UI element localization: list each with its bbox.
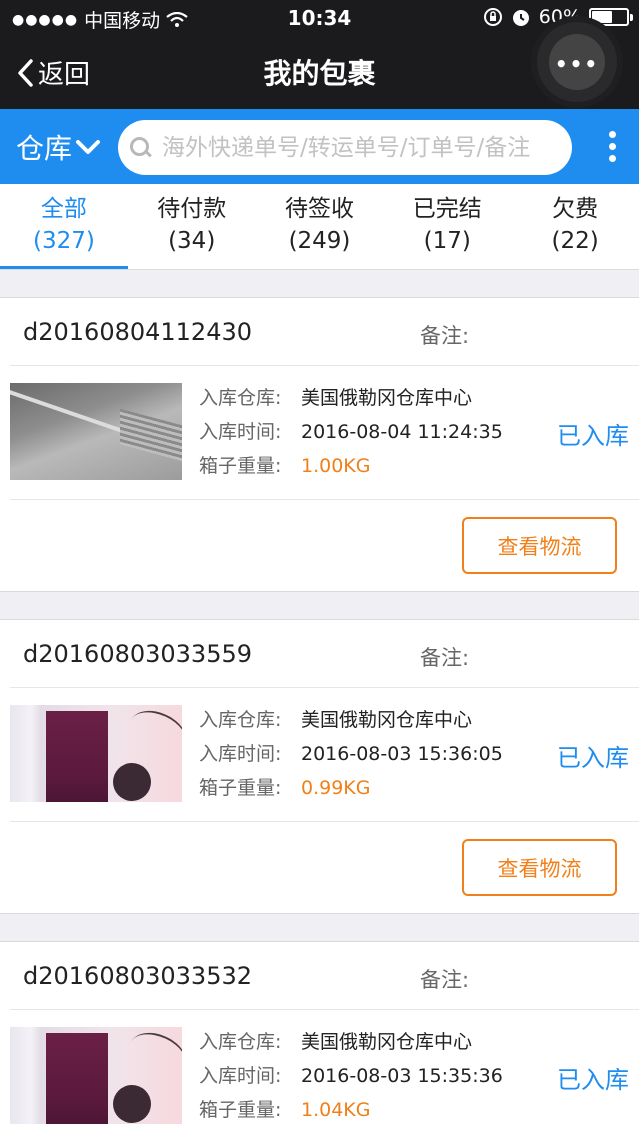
status-right: 60% — [483, 6, 633, 28]
nav-bar: 返回 我的包裹 ••• — [0, 22, 639, 109]
package-card[interactable]: d20160803033532 备注: 入库仓库: 美国俄勒冈仓库中心 入库时间:… — [0, 941, 639, 1136]
battery-icon — [589, 8, 633, 26]
status-badge: 已入库 — [557, 744, 629, 772]
package-photo[interactable] — [10, 705, 182, 802]
top-bar: ●●●●● 中国移动 10:34 60% 返回 我的包裹 ••• — [0, 0, 639, 109]
package-photo[interactable] — [10, 383, 182, 480]
search-box[interactable] — [118, 120, 572, 175]
remark-label: 备注: — [420, 324, 470, 348]
alarm-icon — [512, 10, 529, 26]
search-bar: 仓库 — [0, 109, 639, 184]
package-info: 入库仓库: 美国俄勒冈仓库中心 入库时间: 2016-08-04 11:24:35 … — [199, 381, 503, 483]
remark-label: 备注: — [420, 646, 470, 670]
remark-label: 备注: — [420, 968, 470, 992]
card-header: d20160803033532 备注: — [10, 942, 639, 1010]
rotation-lock-icon — [483, 8, 502, 26]
tab-label: 待签收 — [284, 196, 354, 222]
battery-level — [592, 11, 613, 23]
tab-completed[interactable]: 已完结 (17) — [383, 184, 511, 269]
card-header: d20160804112430 备注: — [10, 298, 639, 366]
package-card[interactable]: d20160804112430 备注: 入库仓库: 美国俄勒冈仓库中心 入库时间:… — [0, 297, 639, 592]
card-body: 入库仓库: 美国俄勒冈仓库中心 入库时间: 2016-08-03 15:36:05 … — [10, 688, 639, 822]
status-tabs: 全部 (327) 待付款 (34) 待签收 (249) 已完结 (17) 欠费 … — [0, 184, 639, 270]
tab-label: 待付款 — [157, 196, 227, 222]
tab-count: (17) — [423, 228, 471, 254]
tab-pending-receipt[interactable]: 待签收 (249) — [256, 184, 384, 269]
status-badge: 已入库 — [557, 1066, 629, 1094]
time-key: 入库时间: — [199, 1065, 282, 1087]
package-list: d20160804112430 备注: 入库仓库: 美国俄勒冈仓库中心 入库时间:… — [0, 297, 639, 1136]
weight-key: 箱子重量: — [199, 455, 282, 477]
warehouse-dropdown[interactable]: 仓库 — [16, 127, 101, 167]
tab-count: (249) — [288, 228, 351, 254]
time-value: 2016-08-03 15:35:36 — [301, 1065, 503, 1087]
card-footer: 查看物流 — [0, 500, 639, 591]
weight-value: 1.00KG — [301, 455, 371, 477]
time-value: 2016-08-03 15:36:05 — [301, 743, 503, 765]
tab-count: (34) — [168, 228, 216, 254]
tab-all[interactable]: 全部 (327) — [0, 184, 128, 269]
search-icon — [130, 136, 152, 159]
tab-label: 全部 — [40, 196, 87, 222]
view-logistics-button[interactable]: 查看物流 — [462, 517, 617, 574]
weight-value: 0.99KG — [301, 777, 371, 799]
kebab-menu-icon[interactable] — [609, 131, 617, 162]
order-number: d20160803033532 — [23, 962, 253, 990]
order-number: d20160804112430 — [23, 318, 253, 346]
tab-count: (327) — [32, 228, 95, 254]
card-body: 入库仓库: 美国俄勒冈仓库中心 入库时间: 2016-08-03 15:35:36 … — [10, 1010, 639, 1136]
package-photo[interactable] — [10, 1027, 182, 1124]
status-badge: 已入库 — [557, 422, 629, 450]
status-bar: ●●●●● 中国移动 10:34 60% — [0, 0, 639, 36]
tab-arrears[interactable]: 欠费 (22) — [511, 184, 639, 269]
weight-key: 箱子重量: — [199, 777, 282, 799]
chevron-down-icon — [76, 140, 101, 154]
order-number: d20160803033559 — [23, 640, 253, 668]
warehouse-value: 美国俄勒冈仓库中心 — [301, 709, 473, 731]
view-logistics-button[interactable]: 查看物流 — [462, 839, 617, 896]
package-card[interactable]: d20160803033559 备注: 入库仓库: 美国俄勒冈仓库中心 入库时间:… — [0, 619, 639, 914]
tab-label: 欠费 — [552, 196, 599, 222]
card-header: d20160803033559 备注: — [10, 620, 639, 688]
warehouse-label: 仓库 — [16, 132, 73, 165]
tab-pending-payment[interactable]: 待付款 (34) — [128, 184, 256, 269]
package-info: 入库仓库: 美国俄勒冈仓库中心 入库时间: 2016-08-03 15:35:36 … — [199, 1025, 503, 1127]
warehouse-key: 入库仓库: — [199, 1031, 282, 1053]
time-key: 入库时间: — [199, 743, 282, 765]
warehouse-key: 入库仓库: — [199, 387, 282, 409]
time-value: 2016-08-04 11:24:35 — [301, 421, 503, 443]
package-info: 入库仓库: 美国俄勒冈仓库中心 入库时间: 2016-08-03 15:36:05 … — [199, 703, 503, 805]
warehouse-key: 入库仓库: — [199, 709, 282, 731]
more-dots-icon: ••• — [554, 52, 600, 76]
tab-label: 已完结 — [412, 196, 482, 222]
warehouse-value: 美国俄勒冈仓库中心 — [301, 1031, 473, 1053]
warehouse-value: 美国俄勒冈仓库中心 — [301, 387, 473, 409]
card-body: 入库仓库: 美国俄勒冈仓库中心 入库时间: 2016-08-04 11:24:35 … — [10, 366, 639, 500]
card-footer: 查看物流 — [0, 822, 639, 913]
time-key: 入库时间: — [199, 421, 282, 443]
tab-count: (22) — [551, 228, 599, 254]
weight-value: 1.04KG — [301, 1099, 371, 1121]
more-menu-button[interactable]: ••• — [537, 22, 617, 102]
search-input[interactable] — [162, 134, 562, 161]
weight-key: 箱子重量: — [199, 1099, 282, 1121]
